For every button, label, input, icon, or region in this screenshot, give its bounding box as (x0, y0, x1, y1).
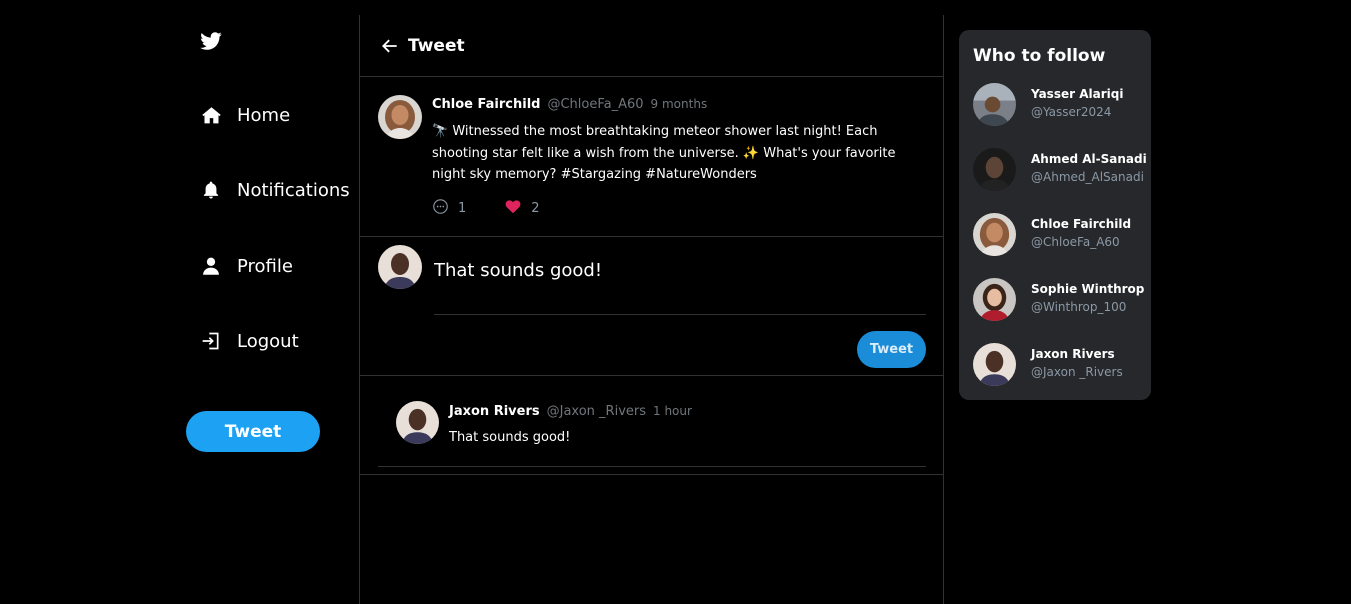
avatar (973, 83, 1016, 126)
follow-handle: @Ahmed_AlSanadi (1031, 170, 1144, 184)
reply-tweet: Jaxon Rivers @Jaxon _Rivers 1 hour That … (378, 376, 926, 467)
avatar[interactable] (378, 95, 422, 139)
reply-author-name[interactable]: Jaxon Rivers (449, 404, 540, 419)
comment-icon (432, 198, 449, 219)
sidebar-item-profile[interactable]: Profile (200, 252, 293, 280)
follow-handle: @Winthrop_100 (1031, 300, 1127, 314)
sidebar-item-logout[interactable]: Logout (200, 327, 299, 355)
arrow-left-icon[interactable] (380, 36, 400, 56)
follow-name: Chloe Fairchild (1031, 217, 1132, 231)
tweet-author-handle[interactable]: @ChloeFa_A60 (547, 97, 643, 112)
avatar (973, 278, 1016, 321)
bell-icon (200, 179, 222, 201)
follow-name: Ahmed Al-Sanadi (1031, 152, 1147, 166)
like-button[interactable]: 2 (504, 198, 540, 219)
follow-suggestion[interactable]: Jaxon Rivers @Jaxon _Rivers (973, 343, 1149, 389)
home-icon (200, 104, 222, 126)
reply-author-handle[interactable]: @Jaxon _Rivers (547, 404, 646, 419)
page-title: Tweet (408, 35, 465, 56)
sidebar-item-home[interactable]: Home (200, 101, 290, 129)
thread-divider (360, 474, 943, 475)
follow-name: Jaxon Rivers (1031, 347, 1115, 361)
sidebar-item-label: Profile (237, 255, 293, 277)
page-header: Tweet (360, 15, 943, 77)
reply-text: That sounds good! (449, 430, 571, 445)
who-to-follow-card: Who to follow Yasser Alariqi @Yasser2024… (959, 30, 1151, 400)
sidebar-item-label: Home (237, 104, 291, 126)
user-icon (200, 255, 222, 277)
tweet-text: 🔭 Witnessed the most breathtaking meteor… (432, 124, 896, 182)
follow-suggestion[interactable]: Yasser Alariqi @Yasser2024 (973, 83, 1149, 129)
sidebar-item-label: Notifications (237, 179, 350, 201)
reply-count: 1 (458, 201, 467, 216)
reply-tweet-button[interactable]: Tweet (857, 331, 926, 368)
reply-button[interactable]: 1 (432, 198, 466, 219)
follow-suggestion[interactable]: Ahmed Al-Sanadi @Ahmed_AlSanadi (973, 148, 1149, 194)
tweet-actions: 1 2 (432, 198, 540, 219)
follow-name: Yasser Alariqi (1031, 87, 1124, 101)
reply-input[interactable] (434, 253, 924, 287)
tweet-author-name[interactable]: Chloe Fairchild (432, 97, 540, 112)
heart-icon (504, 198, 522, 219)
follow-suggestion[interactable]: Sophie Winthrop @Winthrop_100 (973, 278, 1149, 324)
main-column: Tweet Chloe Fairchild @ChloeFa_A60 9 mon… (359, 15, 944, 604)
who-to-follow-title: Who to follow (973, 46, 1106, 66)
sidebar-item-notifications[interactable]: Notifications (200, 176, 350, 204)
follow-handle: @ChloeFa_A60 (1031, 235, 1120, 249)
avatar (973, 343, 1016, 386)
avatar (973, 213, 1016, 256)
sidebar-tweet-button[interactable]: Tweet (186, 411, 320, 452)
reply-header: Jaxon Rivers @Jaxon _Rivers 1 hour (449, 404, 692, 419)
avatar (973, 148, 1016, 191)
reply-composer: Tweet (360, 237, 943, 376)
follow-name: Sophie Winthrop (1031, 282, 1145, 296)
avatar[interactable] (396, 401, 439, 444)
left-sidebar: Home Notifications Profile Logout Tweet (0, 0, 359, 604)
sidebar-item-label: Logout (237, 330, 299, 352)
tweet-timestamp: 9 months (650, 97, 708, 111)
follow-handle: @Yasser2024 (1031, 105, 1112, 119)
follow-handle: @Jaxon _Rivers (1031, 365, 1123, 379)
avatar (378, 245, 422, 289)
main-tweet: Chloe Fairchild @ChloeFa_A60 9 months 🔭 … (360, 77, 943, 237)
like-count: 2 (531, 201, 540, 216)
composer-divider (434, 314, 926, 315)
logout-icon (200, 330, 222, 352)
twitter-bird-icon[interactable] (199, 30, 223, 52)
reply-timestamp: 1 hour (653, 404, 692, 418)
tweet-header: Chloe Fairchild @ChloeFa_A60 9 months (432, 97, 707, 112)
follow-suggestion[interactable]: Chloe Fairchild @ChloeFa_A60 (973, 213, 1149, 259)
